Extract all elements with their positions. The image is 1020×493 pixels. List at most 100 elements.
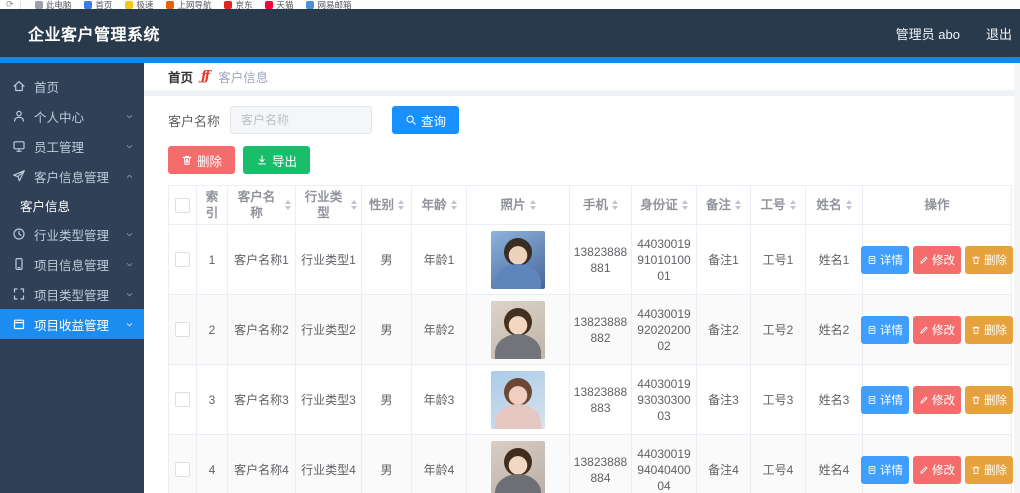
bookmark-item[interactable]: 京东 — [224, 0, 252, 9]
cell-work_no: 工号4 — [751, 435, 806, 493]
row-checkbox[interactable] — [175, 392, 190, 407]
column-header-person[interactable]: 姓名 — [806, 185, 863, 225]
row-edit-button[interactable]: 修改 — [913, 246, 961, 274]
chevron-down-icon — [125, 230, 134, 239]
sort-icon — [612, 200, 618, 210]
cell-value: 440300199101010001 — [635, 236, 693, 284]
search-field-label: 客户名称 — [168, 111, 220, 130]
home-icon — [12, 79, 26, 93]
row-checkbox[interactable] — [175, 462, 190, 477]
cell-work_no: 工号2 — [751, 295, 806, 365]
doc-icon — [867, 325, 877, 335]
column-header-work_no[interactable]: 工号 — [751, 185, 806, 225]
sidebar-item-label: 客户信息管理 — [34, 167, 109, 186]
sort-icon — [735, 200, 741, 210]
cell-value: 年龄2 — [424, 321, 455, 338]
row-delete-button[interactable]: 删除 — [965, 456, 1013, 484]
trash-icon — [971, 325, 981, 335]
cell-actions: 详情修改删除 — [863, 365, 1012, 435]
cell-value: 工号1 — [763, 251, 794, 268]
row-detail-button[interactable]: 详情 — [861, 456, 909, 484]
column-header-phone[interactable]: 手机 — [570, 185, 632, 225]
column-header-gender[interactable]: 性别 — [362, 185, 412, 225]
sidebar-item-project-type-mgmt[interactable]: 项目类型管理 — [0, 279, 144, 309]
cell-value: 13823888884 — [573, 454, 628, 486]
bookmark-favicon-icon — [265, 1, 273, 9]
select-all-checkbox[interactable] — [175, 198, 190, 213]
row-delete-button[interactable]: 删除 — [965, 386, 1013, 414]
cell-value: 行业类型4 — [301, 461, 356, 478]
cell-value: 姓名2 — [819, 321, 850, 338]
row-delete-button[interactable]: 删除 — [965, 316, 1013, 344]
sidebar-item-project-profit-mgmt[interactable]: 项目收益管理 — [0, 309, 144, 339]
bookmark-item[interactable]: 此电脑 — [35, 0, 72, 9]
reload-icon[interactable]: ⟳ — [6, 0, 14, 9]
customer-photo[interactable] — [491, 231, 545, 289]
table-header-row: 索引客户名称行业类型性别年龄照片手机身份证备注工号姓名操作 — [168, 185, 1012, 225]
column-header-label: 手机 — [583, 197, 608, 213]
search-button[interactable]: 查询 — [392, 106, 459, 134]
sort-icon — [451, 200, 457, 210]
cell-value: 姓名1 — [819, 251, 850, 268]
send-icon — [12, 169, 26, 183]
row-checkbox[interactable] — [175, 322, 190, 337]
browser-bookmarks-bar: ⟳ | 此电脑首页极速上网导航京东天猫网易邮箱 — [0, 0, 1020, 9]
row-checkbox-cell — [168, 435, 197, 493]
column-header-id_card[interactable]: 身份证 — [632, 185, 697, 225]
sidebar-item-customer-info-mgmt[interactable]: 客户信息管理 — [0, 161, 144, 191]
customer-photo[interactable] — [491, 441, 545, 493]
row-edit-button[interactable]: 修改 — [913, 386, 961, 414]
trash-icon — [181, 154, 193, 166]
sidebar-subitem-customer-info[interactable]: 客户信息 — [0, 191, 144, 219]
column-header-photo[interactable]: 照片 — [467, 185, 570, 225]
column-header-note[interactable]: 备注 — [697, 185, 751, 225]
cell-value: 13823888881 — [573, 244, 628, 276]
bookmark-item[interactable]: 网易邮箱 — [306, 0, 351, 9]
column-header-age[interactable]: 年龄 — [412, 185, 467, 225]
cell-value: 年龄1 — [424, 251, 455, 268]
sidebar-item-staff-mgmt[interactable]: 员工管理 — [0, 131, 144, 161]
column-header-label: 客户名称 — [232, 189, 281, 221]
sidebar-item-label: 项目收益管理 — [34, 315, 109, 334]
bookmark-favicon-icon — [84, 1, 92, 9]
sidebar-item-industry-type-mgmt[interactable]: 行业类型管理 — [0, 219, 144, 249]
sidebar-item-profile-center[interactable]: 个人中心 — [0, 101, 144, 131]
row-detail-button[interactable]: 详情 — [861, 316, 909, 344]
breadcrumb-home[interactable]: 首页 — [168, 67, 193, 86]
logout-link[interactable]: 退出 — [986, 24, 1012, 43]
row-delete-button[interactable]: 删除 — [965, 246, 1013, 274]
bookmark-item[interactable]: 首页 — [84, 0, 112, 9]
row-checkbox-cell — [168, 295, 197, 365]
bookmark-item[interactable]: 天猫 — [265, 0, 293, 9]
row-detail-button[interactable]: 详情 — [861, 246, 909, 274]
customer-photo[interactable] — [491, 371, 545, 429]
search-input[interactable] — [230, 106, 372, 134]
row-edit-button[interactable]: 修改 — [913, 456, 961, 484]
bookmark-item[interactable]: 上网导航 — [166, 0, 211, 9]
sidebar-item-home[interactable]: 首页 — [0, 71, 144, 101]
cell-name: 客户名称1 — [228, 225, 296, 295]
cell-value: 备注1 — [708, 251, 739, 268]
bookmark-label: 上网导航 — [177, 0, 211, 9]
cell-name: 客户名称2 — [228, 295, 296, 365]
row-checkbox-cell — [168, 225, 197, 295]
column-header-name[interactable]: 客户名称 — [228, 185, 296, 225]
row-checkbox[interactable] — [175, 252, 190, 267]
customer-photo[interactable] — [491, 301, 545, 359]
sidebar-item-project-info-mgmt[interactable]: 项目信息管理 — [0, 249, 144, 279]
row-edit-button[interactable]: 修改 — [913, 316, 961, 344]
row-detail-button[interactable]: 详情 — [861, 386, 909, 414]
cell-value: 行业类型1 — [301, 251, 356, 268]
chevron-down-icon — [125, 260, 134, 269]
cell-person: 姓名1 — [806, 225, 863, 295]
column-header-industry[interactable]: 行业类型 — [296, 185, 362, 225]
delete-button[interactable]: 删除 — [168, 146, 235, 174]
bookmark-favicon-icon — [125, 1, 133, 9]
export-button[interactable]: 导出 — [243, 146, 310, 174]
breadcrumb-current: 客户信息 — [218, 67, 268, 86]
table-row: 4客户名称4行业类型4男年龄41382388888444030019940404… — [168, 435, 1012, 493]
pencil-icon — [919, 325, 929, 335]
chevron-up-icon — [125, 172, 134, 181]
row-checkbox-cell — [168, 365, 197, 435]
bookmark-item[interactable]: 极速 — [125, 0, 153, 9]
